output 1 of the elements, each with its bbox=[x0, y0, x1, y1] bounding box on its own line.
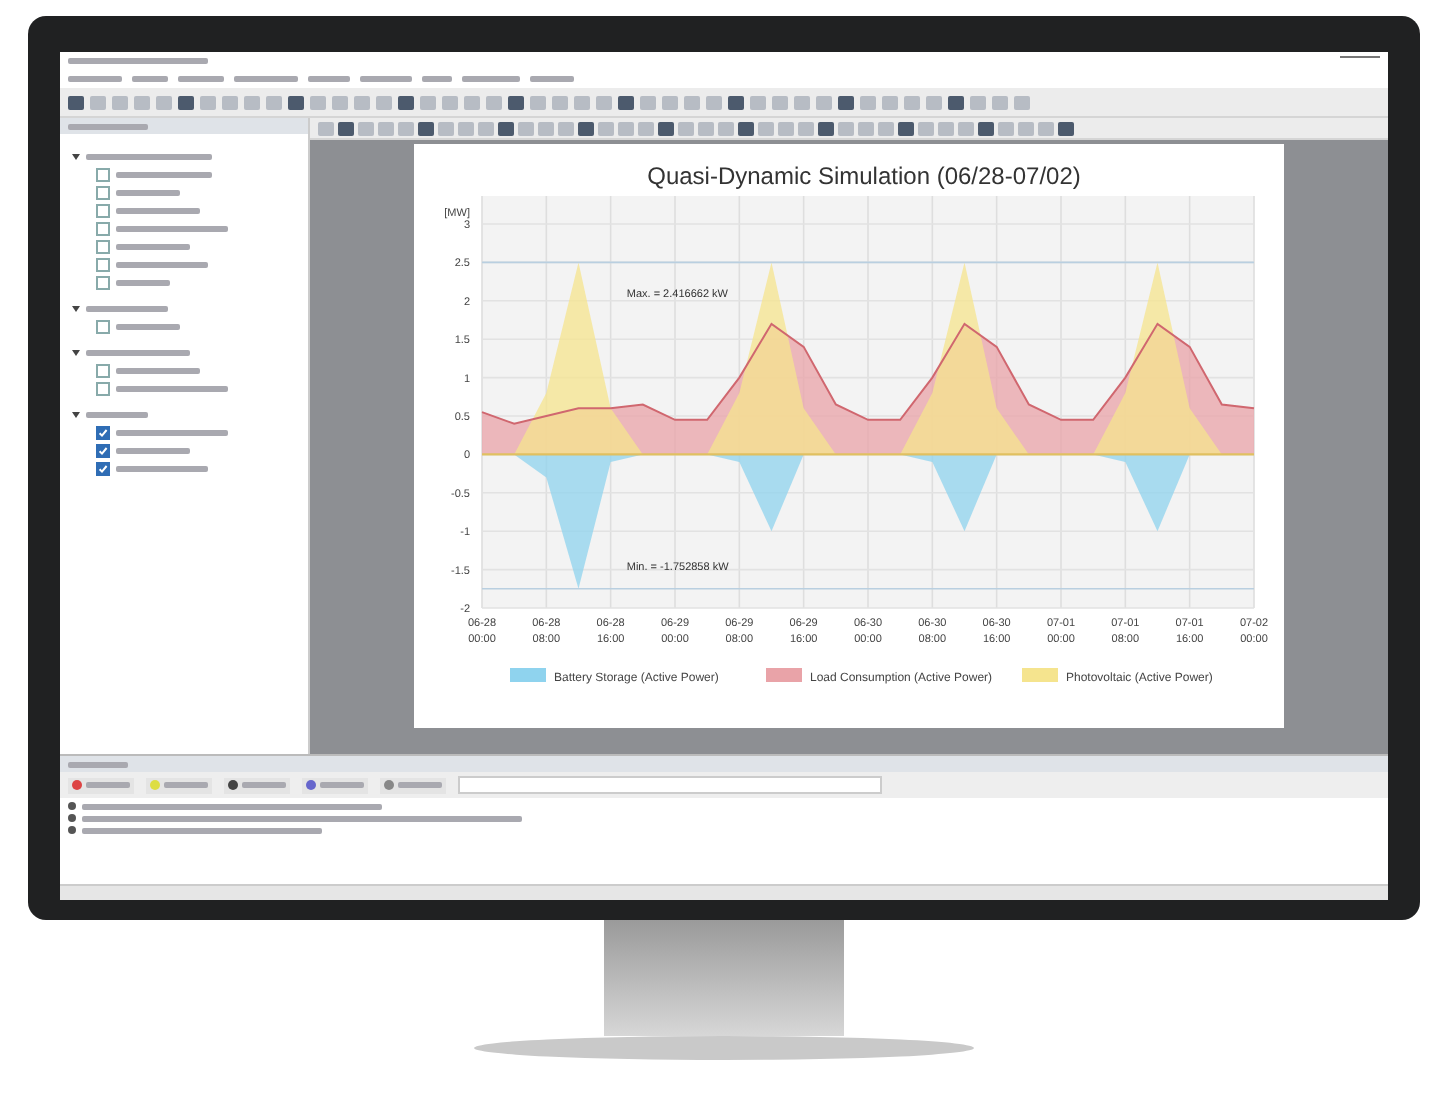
chart-title: Quasi-Dynamic Simulation (06/28-07/02) bbox=[647, 162, 1081, 190]
